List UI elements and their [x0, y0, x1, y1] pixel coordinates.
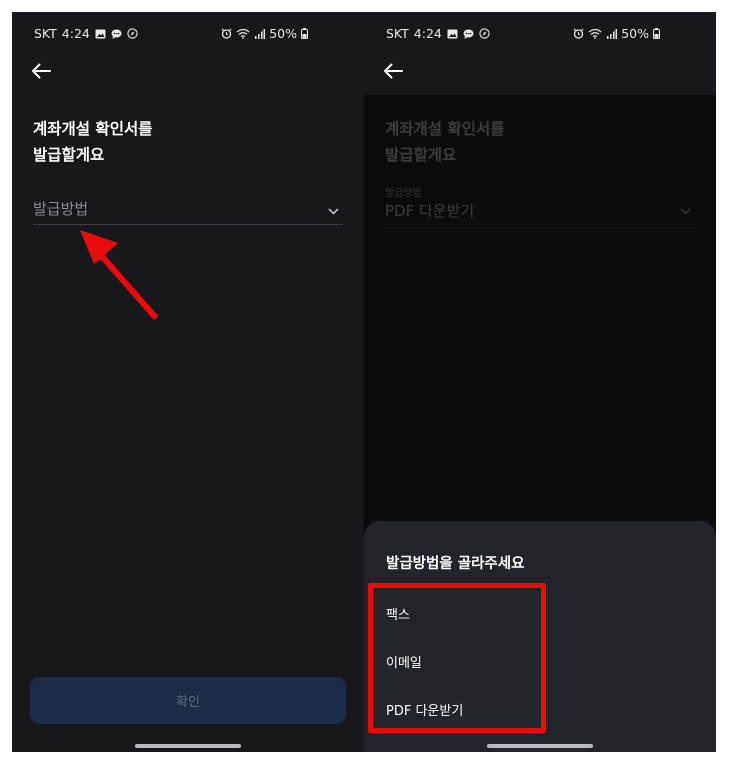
back-button[interactable] [378, 60, 408, 86]
signal-icon [606, 28, 618, 39]
alarm-icon [221, 28, 232, 39]
carrier-label: SKT [386, 26, 409, 41]
confirm-button[interactable]: 확인 [30, 677, 346, 724]
chat-bubble-icon [463, 28, 474, 39]
select-placeholder: 발급방법 [33, 200, 89, 218]
time-label: 4:24 [413, 26, 442, 41]
wifi-icon [588, 28, 602, 39]
compass-icon [479, 28, 490, 39]
heading-line-2: 발급할게요 [385, 146, 457, 164]
red-annotation-arrow [80, 230, 159, 320]
issue-method-select[interactable]: 발급방법 PDF 다운받기 [385, 188, 695, 225]
battery-percent: 50% [269, 26, 297, 41]
bottom-sheet: 발급방법을 골라주세요 팩스 이메일 PDF 다운받기 [364, 521, 716, 752]
signal-icon [254, 28, 266, 39]
battery-icon [653, 28, 660, 39]
left-phone-screen: SKT 4:24 50% 계좌개설 확인서를 발급할게요 발급방법 확인 [12, 12, 364, 752]
right-phone-screen: SKT 4:24 50% 계좌개설 확인서를 발급할게요 발급방법 PDF 다운… [364, 12, 716, 752]
compass-icon [127, 28, 138, 39]
arrow-left-icon [383, 63, 403, 83]
status-bar: SKT 4:24 50% [364, 12, 716, 56]
time-label: 4:24 [61, 26, 90, 41]
heading-line-2: 발급할게요 [33, 146, 105, 164]
status-bar: SKT 4:24 50% [12, 12, 364, 56]
home-indicator[interactable] [487, 744, 593, 748]
select-label: 발급방법 [385, 188, 422, 199]
option-fax[interactable]: 팩스 [386, 604, 536, 628]
issue-method-select[interactable]: 발급방법 [33, 190, 343, 225]
chevron-down-icon [328, 200, 339, 219]
sheet-title: 발급방법을 골라주세요 [386, 556, 525, 572]
select-value: PDF 다운받기 [385, 202, 475, 220]
home-indicator[interactable] [135, 744, 241, 748]
battery-percent: 50% [621, 26, 649, 41]
heading-line-1: 계좌개설 확인서를 [385, 120, 505, 138]
back-button[interactable] [26, 60, 56, 86]
battery-icon [301, 28, 308, 39]
option-email[interactable]: 이메일 [386, 652, 536, 676]
heading-line-1: 계좌개설 확인서를 [33, 120, 153, 138]
page-heading: 계좌개설 확인서를 발급할게요 [385, 116, 685, 168]
chat-bubble-icon [111, 28, 122, 39]
chevron-down-icon [680, 200, 691, 219]
arrow-left-icon [31, 63, 51, 83]
page-heading: 계좌개설 확인서를 발급할게요 [33, 116, 333, 168]
wifi-icon [236, 28, 250, 39]
image-icon [95, 28, 106, 39]
option-pdf-download[interactable]: PDF 다운받기 [386, 700, 536, 724]
alarm-icon [573, 28, 584, 39]
carrier-label: SKT [34, 26, 57, 41]
image-icon [447, 28, 458, 39]
